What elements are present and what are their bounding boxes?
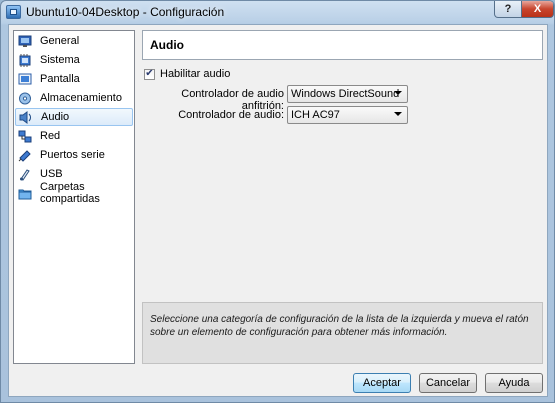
host-driver-value: Windows DirectSound (291, 88, 400, 100)
host-driver-select[interactable]: Windows DirectSound (287, 85, 408, 103)
cancel-button[interactable]: Cancelar (419, 373, 477, 393)
settings-window: Ubuntu10-04Desktop - Configuración ? X G… (0, 0, 555, 403)
help-title-button[interactable]: ? (494, 1, 522, 18)
sidebar-item-pantalla[interactable]: Pantalla (14, 70, 134, 88)
enable-audio-option[interactable]: ✔ Habilitar audio (144, 68, 230, 80)
sidebar-item-label: Sistema (40, 54, 80, 66)
controller-select[interactable]: ICH AC97 (287, 106, 408, 124)
dialog-body: General Sistema Pantalla Almacenamiento (8, 24, 548, 397)
sidebar-item-label: Carpetas compartidas (40, 181, 100, 205)
sidebar-item-label: Audio (41, 111, 70, 123)
general-icon (18, 35, 32, 48)
controller-value: ICH AC97 (291, 109, 340, 121)
enable-audio-label: Habilitar audio (160, 68, 231, 80)
sidebar-item-red[interactable]: Red (14, 127, 134, 145)
audio-icon (19, 110, 33, 124)
usb-icon (18, 168, 32, 181)
info-panel: Seleccione una categoría de configuració… (142, 302, 543, 364)
sidebar-item-sistema[interactable]: Sistema (14, 51, 134, 69)
sidebar-item-general[interactable]: General (14, 32, 134, 50)
chevron-down-icon (394, 112, 402, 116)
serial-ports-icon (18, 149, 32, 162)
sidebar-item-label: General (40, 35, 80, 47)
chevron-down-icon (394, 91, 402, 95)
system-icon (18, 53, 32, 67)
sidebar-item-label: Puertos serie (40, 149, 105, 161)
sidebar-item-label: Almacenamiento (40, 92, 122, 104)
title-bar[interactable]: Ubuntu10-04Desktop - Configuración ? X (1, 1, 554, 24)
page-title: Audio (142, 30, 543, 60)
storage-icon (18, 92, 32, 105)
display-icon (18, 73, 32, 86)
sidebar-item-audio[interactable]: Audio (15, 108, 133, 126)
sidebar-item-label: USB (40, 168, 63, 180)
sidebar-item-almacenamiento[interactable]: Almacenamiento (14, 89, 134, 107)
category-list[interactable]: General Sistema Pantalla Almacenamiento (13, 30, 135, 364)
enable-audio-checkbox[interactable]: ✔ (144, 68, 155, 80)
virtualbox-icon (6, 5, 21, 19)
close-button[interactable]: X (521, 1, 554, 18)
sidebar-item-label: Red (40, 130, 61, 142)
window-title: Ubuntu10-04Desktop - Configuración (26, 5, 225, 19)
accept-button[interactable]: Aceptar (353, 373, 411, 393)
sidebar-item-carpetas-compartidas[interactable]: Carpetas compartidas (14, 181, 134, 205)
sidebar-item-label: Pantalla (40, 73, 80, 85)
shared-folders-icon (18, 187, 32, 200)
controller-label: Controlador de audio: (178, 109, 284, 121)
help-button[interactable]: Ayuda (485, 373, 543, 393)
info-text: Seleccione una categoría de configuració… (150, 314, 529, 338)
sidebar-item-puertos-serie[interactable]: Puertos serie (14, 146, 134, 164)
network-icon (18, 130, 32, 143)
